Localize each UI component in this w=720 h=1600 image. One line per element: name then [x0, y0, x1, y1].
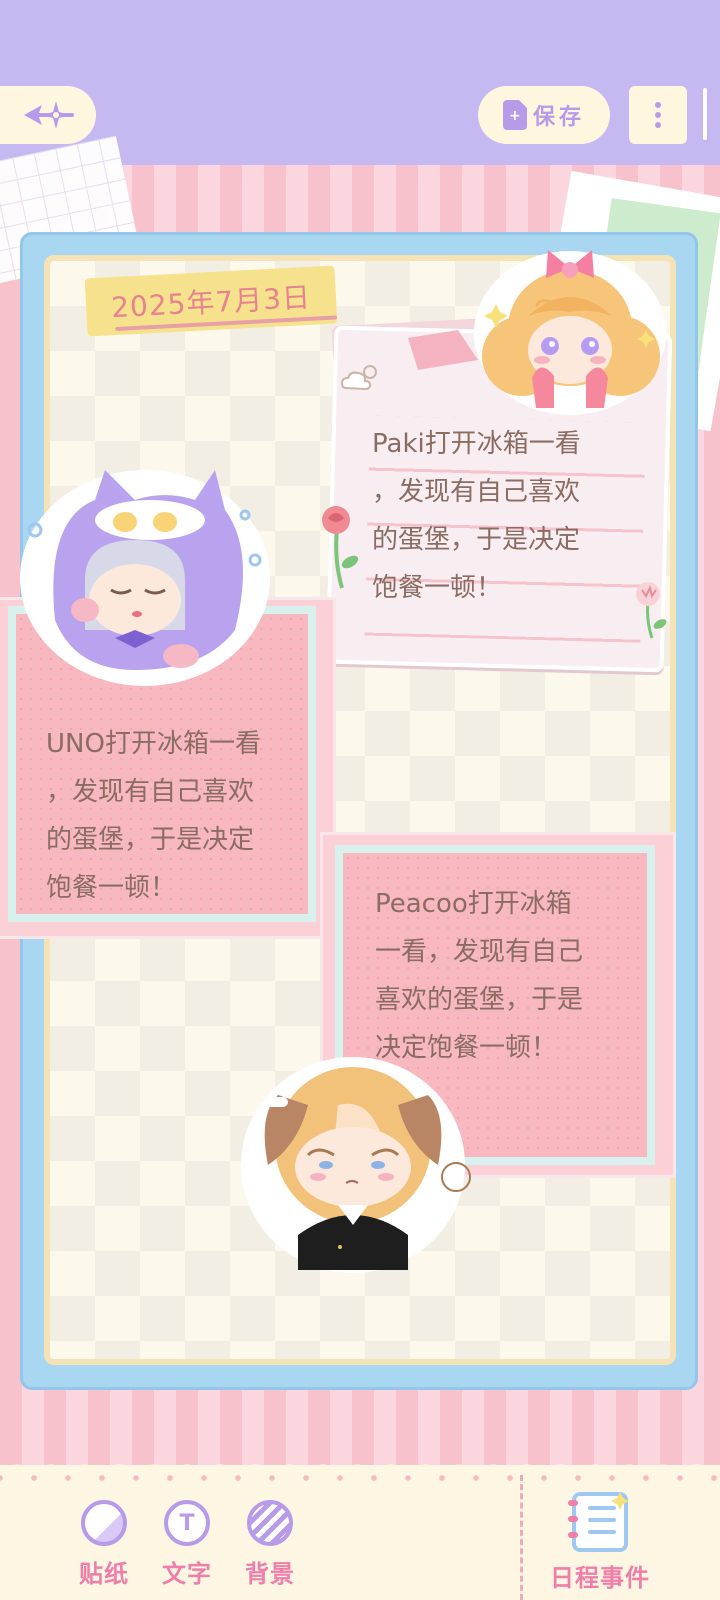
- vertical-dots-icon: [655, 102, 661, 108]
- tulip-sticker: [636, 582, 667, 639]
- schedule-event-label: 日程事件: [550, 1564, 650, 1592]
- peacoo-character-sticker[interactable]: [238, 1055, 488, 1285]
- dot-border: [0, 1475, 720, 1481]
- sticker-tool-button[interactable]: 贴纸: [69, 1500, 139, 1590]
- text-icon: T: [164, 1500, 210, 1546]
- sparkle-arrow-left-icon: [24, 101, 74, 129]
- background-icon: [247, 1500, 293, 1546]
- uno-character-sticker[interactable]: [5, 460, 275, 690]
- schedule-event-button[interactable]: 日程事件: [545, 1490, 655, 1595]
- paki-character-sticker[interactable]: [470, 238, 670, 418]
- rose-sticker: [322, 506, 359, 589]
- save-label: 保存: [532, 105, 585, 130]
- note-peacoo-text: Peacoo打开冰箱 一看，发现有自己 喜欢的蛋堡，于是 决定饱餐一顿！: [375, 889, 584, 1063]
- background-tool-label: 背景: [245, 1560, 295, 1588]
- text-tool-button[interactable]: T 文字: [152, 1500, 222, 1590]
- note-paki-text: Paki打开冰箱一看 ，发现有自己喜欢 的蛋堡，于是决定 饱餐一顿！: [372, 429, 581, 603]
- edge-indicator: [703, 88, 707, 140]
- sticker-tool-label: 贴纸: [79, 1560, 129, 1588]
- cloud-sun-icon: [340, 365, 377, 391]
- file-icon: +: [502, 100, 527, 130]
- more-options-button[interactable]: [629, 86, 687, 144]
- date-text: 2025年7月3日: [110, 280, 312, 325]
- note-uno-text: UNO打开冰箱一看 ，发现有自己喜欢 的蛋堡，于是决定 饱餐一顿！: [46, 729, 261, 903]
- tape-decoration: [408, 330, 478, 370]
- schedule-notebook-icon: [568, 1492, 629, 1552]
- text-tool-label: 文字: [162, 1560, 212, 1588]
- back-button[interactable]: [0, 86, 96, 144]
- toolbar-divider: [520, 1475, 523, 1600]
- save-button[interactable]: + 保存: [478, 86, 610, 144]
- sticker-icon: [81, 1500, 127, 1546]
- background-tool-button[interactable]: 背景: [235, 1500, 305, 1590]
